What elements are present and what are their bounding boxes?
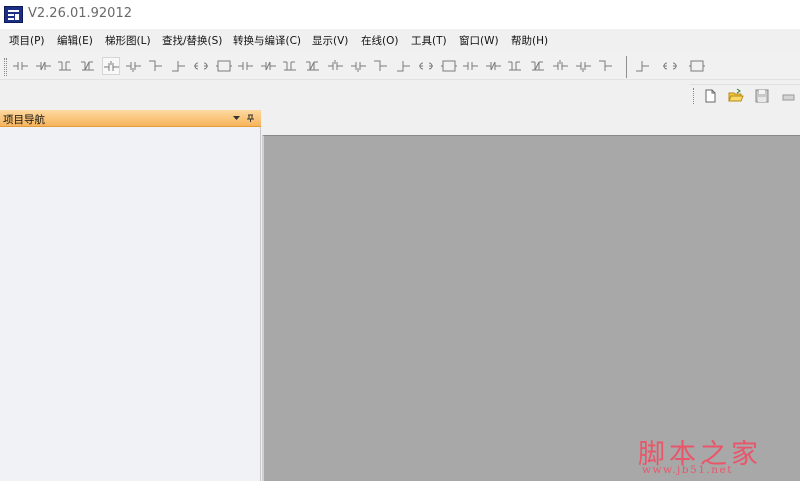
- output-coil-icon[interactable]: [575, 57, 593, 75]
- vertical-line-icon[interactable]: [260, 57, 278, 75]
- set-coil-icon[interactable]: [597, 57, 615, 75]
- line-delete-icon[interactable]: [417, 57, 435, 75]
- project-navigation-panel: 项目导航: [0, 110, 261, 481]
- toolbar-grip[interactable]: [4, 58, 7, 76]
- menu-tools[interactable]: 工具(T): [411, 33, 447, 48]
- dropdown-arrow-icon[interactable]: [231, 113, 242, 123]
- menu-convert-compile[interactable]: 转换与编译(C): [233, 33, 301, 48]
- nav-panel-title: 项目导航: [3, 114, 45, 126]
- ladder-toolbar: [0, 52, 800, 80]
- normally-open-contact-icon[interactable]: [12, 57, 30, 75]
- reset-coil-icon[interactable]: [634, 57, 652, 75]
- operation-result-falling-icon[interactable]: [350, 57, 368, 75]
- comment-icon[interactable]: [688, 57, 706, 75]
- app-logo-icon: [4, 6, 23, 23]
- open-folder-icon[interactable]: [728, 88, 744, 104]
- horizontal-wire-icon[interactable]: [440, 57, 458, 75]
- horizontal-line-icon[interactable]: [237, 57, 255, 75]
- merge-icon[interactable]: [552, 57, 570, 75]
- new-file-icon[interactable]: [702, 88, 718, 104]
- menu-find-replace[interactable]: 查找/替换(S): [162, 33, 222, 48]
- coil-icon[interactable]: [192, 57, 210, 75]
- menu-edit[interactable]: 编辑(E): [57, 33, 93, 48]
- contact-parallel-icon[interactable]: [507, 57, 525, 75]
- watermark-url: www.jb51.net: [642, 464, 733, 476]
- parallel-falling-edge-icon[interactable]: [170, 57, 188, 75]
- menu-window[interactable]: 窗口(W): [459, 33, 499, 48]
- menu-project[interactable]: 项目(P): [9, 33, 45, 48]
- contact-series-icon[interactable]: [485, 57, 503, 75]
- save-icon[interactable]: [754, 88, 770, 104]
- vertical-wire-icon[interactable]: [462, 57, 480, 75]
- menu-help[interactable]: 帮助(H): [511, 33, 548, 48]
- instruction-icon[interactable]: [661, 57, 679, 75]
- nav-panel-header: 项目导航: [0, 110, 261, 127]
- toolbar-separator: [626, 56, 627, 78]
- normally-closed-contact-icon[interactable]: [35, 57, 53, 75]
- menu-bar: 项目(P) 编辑(E) 梯形图(L) 查找/替换(S) 转换与编译(C) 显示(…: [0, 29, 800, 51]
- parallel-rising-edge-icon[interactable]: [147, 57, 165, 75]
- menu-view[interactable]: 显示(V): [312, 33, 348, 48]
- editor-workspace[interactable]: [262, 135, 800, 481]
- parallel-open-contact-icon[interactable]: [57, 57, 75, 75]
- rising-edge-contact-icon[interactable]: [102, 57, 120, 75]
- line-input-icon[interactable]: [395, 57, 413, 75]
- toolbar-grip[interactable]: [693, 88, 695, 104]
- pin-icon[interactable]: [245, 113, 256, 123]
- parallel-closed-contact-icon[interactable]: [80, 57, 98, 75]
- falling-edge-contact-icon[interactable]: [125, 57, 143, 75]
- delete-vertical-line-icon[interactable]: [305, 57, 323, 75]
- function-block-icon[interactable]: [215, 57, 233, 75]
- operation-result-rising-icon[interactable]: [327, 57, 345, 75]
- title-bar: V2.26.01.92012: [0, 0, 800, 29]
- branch-icon[interactable]: [530, 57, 548, 75]
- print-icon[interactable]: [780, 88, 796, 104]
- menu-online[interactable]: 在线(O): [361, 33, 398, 48]
- watermark: 脚本之家 www.jb51.net: [638, 432, 798, 477]
- menu-ladder[interactable]: 梯形图(L): [105, 33, 151, 48]
- file-toolbar: [690, 84, 800, 106]
- app-version: V2.26.01.92012: [28, 6, 132, 21]
- nav-panel-body[interactable]: [0, 127, 260, 481]
- delete-horizontal-line-icon[interactable]: [282, 57, 300, 75]
- invert-result-icon[interactable]: [372, 57, 390, 75]
